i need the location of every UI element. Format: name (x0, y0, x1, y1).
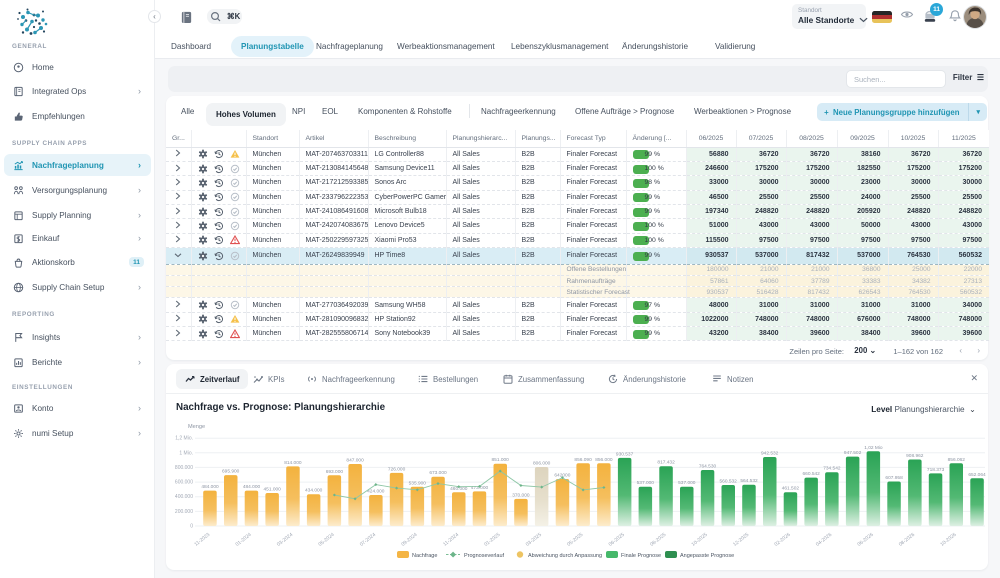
svg-text:03-2024: 03-2024 (276, 532, 294, 548)
svg-text:05-2025: 05-2025 (566, 532, 584, 548)
svg-text:726.000: 726.000 (388, 466, 406, 472)
svg-text:04-2026: 04-2026 (815, 532, 833, 548)
svg-text:461.502: 461.502 (782, 486, 800, 492)
svg-text:806.000: 806.000 (533, 461, 551, 467)
svg-text:600.000: 600.000 (175, 480, 193, 486)
svg-text:652.064: 652.064 (968, 472, 986, 478)
svg-text:370.000: 370.000 (512, 492, 530, 498)
svg-text:607.958: 607.958 (885, 475, 903, 481)
svg-text:1 Mio.: 1 Mio. (179, 450, 193, 456)
svg-text:424.000: 424.000 (367, 489, 385, 495)
svg-text:942.532: 942.532 (761, 451, 779, 457)
svg-text:695.900: 695.900 (222, 469, 240, 475)
svg-text:856.062: 856.062 (948, 457, 966, 463)
svg-text:Finale Prognose: Finale Prognose (621, 553, 661, 559)
svg-text:856.000: 856.000 (595, 457, 613, 463)
svg-text:400.000: 400.000 (175, 494, 193, 500)
svg-text:Nachfrage: Nachfrage (412, 553, 437, 559)
svg-text:535.900: 535.900 (409, 480, 427, 486)
svg-text:693.000: 693.000 (326, 469, 344, 475)
svg-text:660.542: 660.542 (803, 471, 821, 477)
svg-text:200.000: 200.000 (175, 509, 193, 515)
svg-text:564.532: 564.532 (740, 478, 758, 484)
svg-text:10-2026: 10-2026 (939, 532, 957, 548)
svg-text:07-2024: 07-2024 (359, 532, 377, 548)
svg-text:484.000: 484.000 (243, 484, 261, 490)
svg-text:09-2024: 09-2024 (400, 532, 418, 548)
svg-text:537.000: 537.000 (637, 480, 655, 486)
svg-text:10-2025: 10-2025 (691, 532, 709, 548)
svg-text:Abweichung durch Anpassung: Abweichung durch Anpassung (528, 553, 602, 559)
svg-text:08-2026: 08-2026 (898, 532, 916, 548)
svg-text:01-2024: 01-2024 (235, 532, 253, 548)
svg-text:947.502: 947.502 (844, 450, 862, 456)
svg-text:817.432: 817.432 (657, 460, 675, 466)
svg-text:11-2024: 11-2024 (442, 532, 460, 548)
svg-text:11-2023: 11-2023 (193, 532, 211, 548)
svg-text:434.000: 434.000 (305, 488, 323, 494)
svg-text:12-2025: 12-2025 (732, 532, 750, 548)
svg-text:01-2025: 01-2025 (483, 532, 501, 548)
svg-text:734.542: 734.542 (823, 466, 841, 472)
svg-text:Menge: Menge (188, 424, 205, 430)
svg-text:930.537: 930.537 (616, 451, 634, 457)
svg-text:718.373: 718.373 (927, 467, 945, 473)
svg-text:02-2026: 02-2026 (773, 532, 791, 548)
svg-text:856.090: 856.090 (574, 457, 592, 463)
svg-text:1,02 Mio: 1,02 Mio (864, 445, 883, 451)
svg-text:908.962: 908.962 (906, 453, 924, 459)
svg-text:851.000: 851.000 (492, 457, 510, 463)
svg-text:560.532: 560.532 (720, 479, 738, 485)
svg-text:814.000: 814.000 (284, 460, 302, 466)
svg-text:03-2025: 03-2025 (525, 532, 543, 548)
svg-text:06-2026: 06-2026 (856, 532, 874, 548)
svg-text:08-2025: 08-2025 (649, 532, 667, 548)
svg-text:800.000: 800.000 (175, 465, 193, 471)
svg-text:Prognoseverlauf: Prognoseverlauf (464, 553, 505, 559)
svg-text:484.000: 484.000 (201, 484, 219, 490)
svg-text:673.000: 673.000 (429, 470, 447, 476)
svg-text:847.000: 847.000 (346, 458, 364, 464)
svg-text:1,2 Mio.: 1,2 Mio. (175, 436, 193, 442)
svg-text:451.000: 451.000 (264, 487, 282, 493)
svg-text:764.530: 764.530 (699, 464, 717, 470)
svg-text:Angepasste Prognose: Angepasste Prognose (680, 553, 734, 559)
svg-text:0: 0 (190, 524, 193, 530)
svg-text:05-2024: 05-2024 (317, 532, 335, 548)
svg-text:537.000: 537.000 (678, 480, 696, 486)
svg-text:06-2025: 06-2025 (608, 532, 626, 548)
